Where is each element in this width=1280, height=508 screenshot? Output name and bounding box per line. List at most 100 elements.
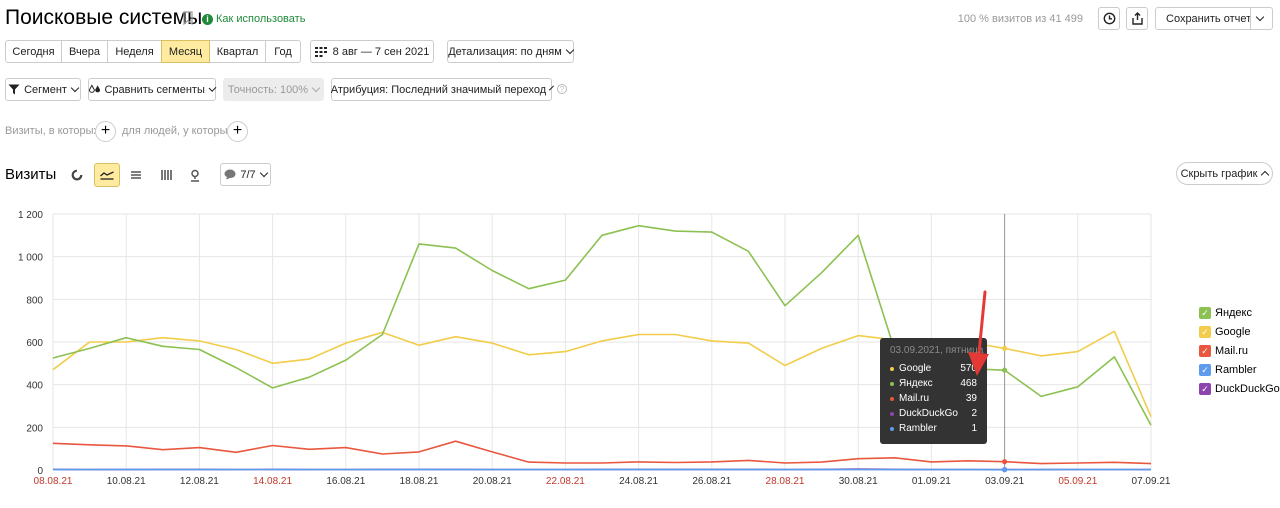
bookmark-icon[interactable]: [183, 11, 193, 25]
detail-select[interactable]: Детализация: по дням: [447, 40, 575, 63]
legend-item-rambler[interactable]: ✓ Rambler: [1199, 364, 1257, 376]
x-tick-label: 26.08.21: [692, 476, 731, 487]
chart-section-title: Визиты: [5, 166, 57, 183]
info-icon: i: [202, 13, 213, 25]
series-dot: [890, 381, 894, 386]
legend-item-google[interactable]: ✓ Google: [1199, 326, 1250, 338]
comment-icon: [224, 169, 236, 180]
tooltip-row: Mail.ru 39: [890, 391, 977, 406]
chevron-up-icon: [1261, 170, 1270, 180]
series-line-mailru: [52, 440, 1152, 465]
save-report-label: Сохранить отчет: [1166, 12, 1252, 25]
visits-summary: 100 % визитов из 41 499: [957, 13, 1083, 25]
compare-icon: [89, 84, 101, 93]
help-icon[interactable]: ?: [557, 84, 567, 94]
x-tick-label: 16.08.21: [326, 476, 365, 487]
detail-label: Детализация: по дням: [448, 45, 562, 58]
people-where-label: для людей, у которых: [122, 125, 233, 137]
x-tick-label: 01.09.21: [912, 476, 951, 487]
series-dot: [890, 411, 894, 416]
add-visit-filter-button[interactable]: +: [95, 121, 116, 142]
x-tick-label: 10.08.21: [107, 476, 146, 487]
save-report-button[interactable]: Сохранить отчет: [1155, 7, 1273, 30]
attribution-select[interactable]: Атрибуция: Последний значимый переход: [330, 78, 555, 101]
y-tick-label: 800: [26, 295, 43, 306]
y-tick-label: 1 000: [18, 253, 43, 264]
series-dot: [890, 366, 894, 371]
checkbox-icon: ✓: [1199, 326, 1211, 338]
x-tick-label: 24.08.21: [619, 476, 658, 487]
accuracy-label: Точность: 100%: [227, 83, 309, 96]
map-pin-icon[interactable]: [184, 164, 206, 186]
chevron-down-icon: [259, 168, 268, 178]
y-tick-label: 400: [26, 381, 43, 392]
history-button[interactable]: [1098, 7, 1120, 30]
tab-yesterday[interactable]: Вчера: [62, 40, 108, 63]
series-count-button[interactable]: 7/7: [220, 163, 271, 186]
tab-year[interactable]: Год: [266, 40, 301, 63]
divider: [1250, 8, 1251, 29]
filter-icon: [8, 84, 20, 95]
series-point-yandex: [1002, 367, 1008, 373]
compare-segments-button[interactable]: Сравнить сегменты: [88, 78, 217, 101]
x-tick-label: 20.08.21: [473, 476, 512, 487]
checkbox-icon: ✓: [1199, 383, 1211, 395]
tooltip-row: Rambler 1: [890, 421, 977, 436]
add-people-filter-button[interactable]: +: [227, 121, 248, 142]
x-tick-label: 05.09.21: [1058, 476, 1097, 487]
segment-label: Сегмент: [24, 83, 67, 96]
tab-today[interactable]: Сегодня: [5, 40, 62, 63]
y-tick-label: 200: [26, 423, 43, 434]
visits-line-chart: 02004006008001 0001 20008.08.21 10.08.21 1…: [18, 210, 1171, 487]
attribution-label: Атрибуция: Последний значимый переход: [330, 83, 547, 96]
bar-chart-icon[interactable]: [155, 164, 177, 186]
legend-item-yandex[interactable]: ✓ Яндекс: [1199, 307, 1252, 319]
date-range-label: 8 авг — 7 сен 2021: [332, 45, 430, 58]
date-range-button[interactable]: 8 авг — 7 сен 2021: [310, 40, 434, 63]
page-title: Поисковые системы: [5, 6, 203, 29]
accuracy-button[interactable]: Точность: 100%: [223, 78, 324, 101]
y-tick-label: 1 200: [18, 210, 43, 221]
how-to-use-label: Как использовать: [216, 13, 306, 25]
how-to-use-link[interactable]: i Как использовать: [202, 13, 305, 25]
chevron-down-icon: [549, 85, 555, 91]
pie-chart-icon[interactable]: [66, 164, 88, 186]
hide-chart-button[interactable]: Скрыть график: [1176, 162, 1273, 185]
x-tick-label: 12.08.21: [180, 476, 219, 487]
series-point-rambler: [1002, 467, 1008, 473]
x-tick-label: 03.09.21: [985, 476, 1024, 487]
checkbox-icon: ✓: [1199, 345, 1211, 357]
series-count-label: 7/7: [240, 168, 256, 181]
chevron-down-icon: [565, 45, 575, 55]
share-icon: [1131, 12, 1143, 25]
x-tick-label: 22.08.21: [546, 476, 585, 487]
hide-chart-label: Скрыть график: [1180, 167, 1258, 180]
legend-item-duckduckgo[interactable]: ✓ DuckDuckGo: [1199, 383, 1280, 395]
calendar-icon: [314, 46, 327, 57]
series-dot: [890, 396, 894, 401]
series-dot: [890, 426, 894, 431]
chevron-down-icon: [311, 83, 321, 93]
checkbox-icon: ✓: [1199, 307, 1211, 319]
x-tick-label: 08.08.21: [34, 476, 73, 487]
tab-week[interactable]: Неделя: [108, 40, 162, 63]
legend-item-mailru[interactable]: ✓ Mail.ru: [1199, 345, 1248, 357]
checkbox-icon: ✓: [1199, 364, 1211, 376]
x-tick-label: 28.08.21: [766, 476, 805, 487]
tab-month[interactable]: Месяц: [161, 40, 210, 63]
annotation-arrow-icon: [968, 290, 989, 376]
visits-where-label: Визиты, в которых: [5, 125, 99, 137]
x-tick-label: 07.09.21: [1132, 476, 1171, 487]
chevron-down-icon: [70, 83, 80, 93]
export-button[interactable]: [1126, 7, 1148, 30]
segment-button[interactable]: Сегмент: [5, 78, 81, 101]
line-chart-icon[interactable]: [94, 163, 120, 187]
series-point-mailru: [1002, 459, 1008, 465]
series-point-google: [1002, 345, 1008, 351]
x-tick-label: 30.08.21: [839, 476, 878, 487]
chevron-down-icon: [208, 84, 217, 92]
area-chart-icon[interactable]: [125, 164, 147, 186]
compare-label: Сравнить сегменты: [104, 83, 205, 96]
tab-quarter[interactable]: Квартал: [210, 40, 266, 63]
chevron-down-icon[interactable]: [1255, 11, 1265, 23]
